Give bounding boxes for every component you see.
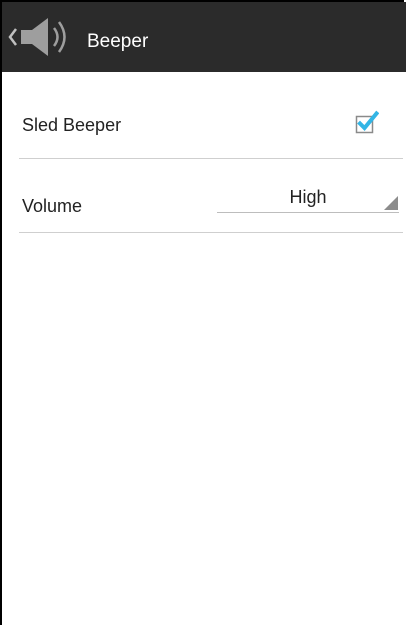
volume-dropdown[interactable]: High [217,181,399,213]
app-screen: Beeper Sled Beeper Volume High [0,0,406,625]
back-caret-icon [8,28,17,46]
volume-label: Volume [22,196,83,216]
dropdown-triangle-icon [384,196,398,210]
speaker-volume-icon [21,18,66,56]
sled-beeper-label: Sled Beeper [22,115,122,135]
screen-title: Beeper [87,31,149,52]
volume-row: Volume High [19,159,403,233]
sled-beeper-row[interactable]: Sled Beeper [19,72,403,159]
action-bar: Beeper [2,2,406,72]
sled-beeper-checkbox[interactable] [355,110,379,134]
up-navigation-button[interactable] [8,12,74,62]
volume-selected-value: High [289,187,327,207]
